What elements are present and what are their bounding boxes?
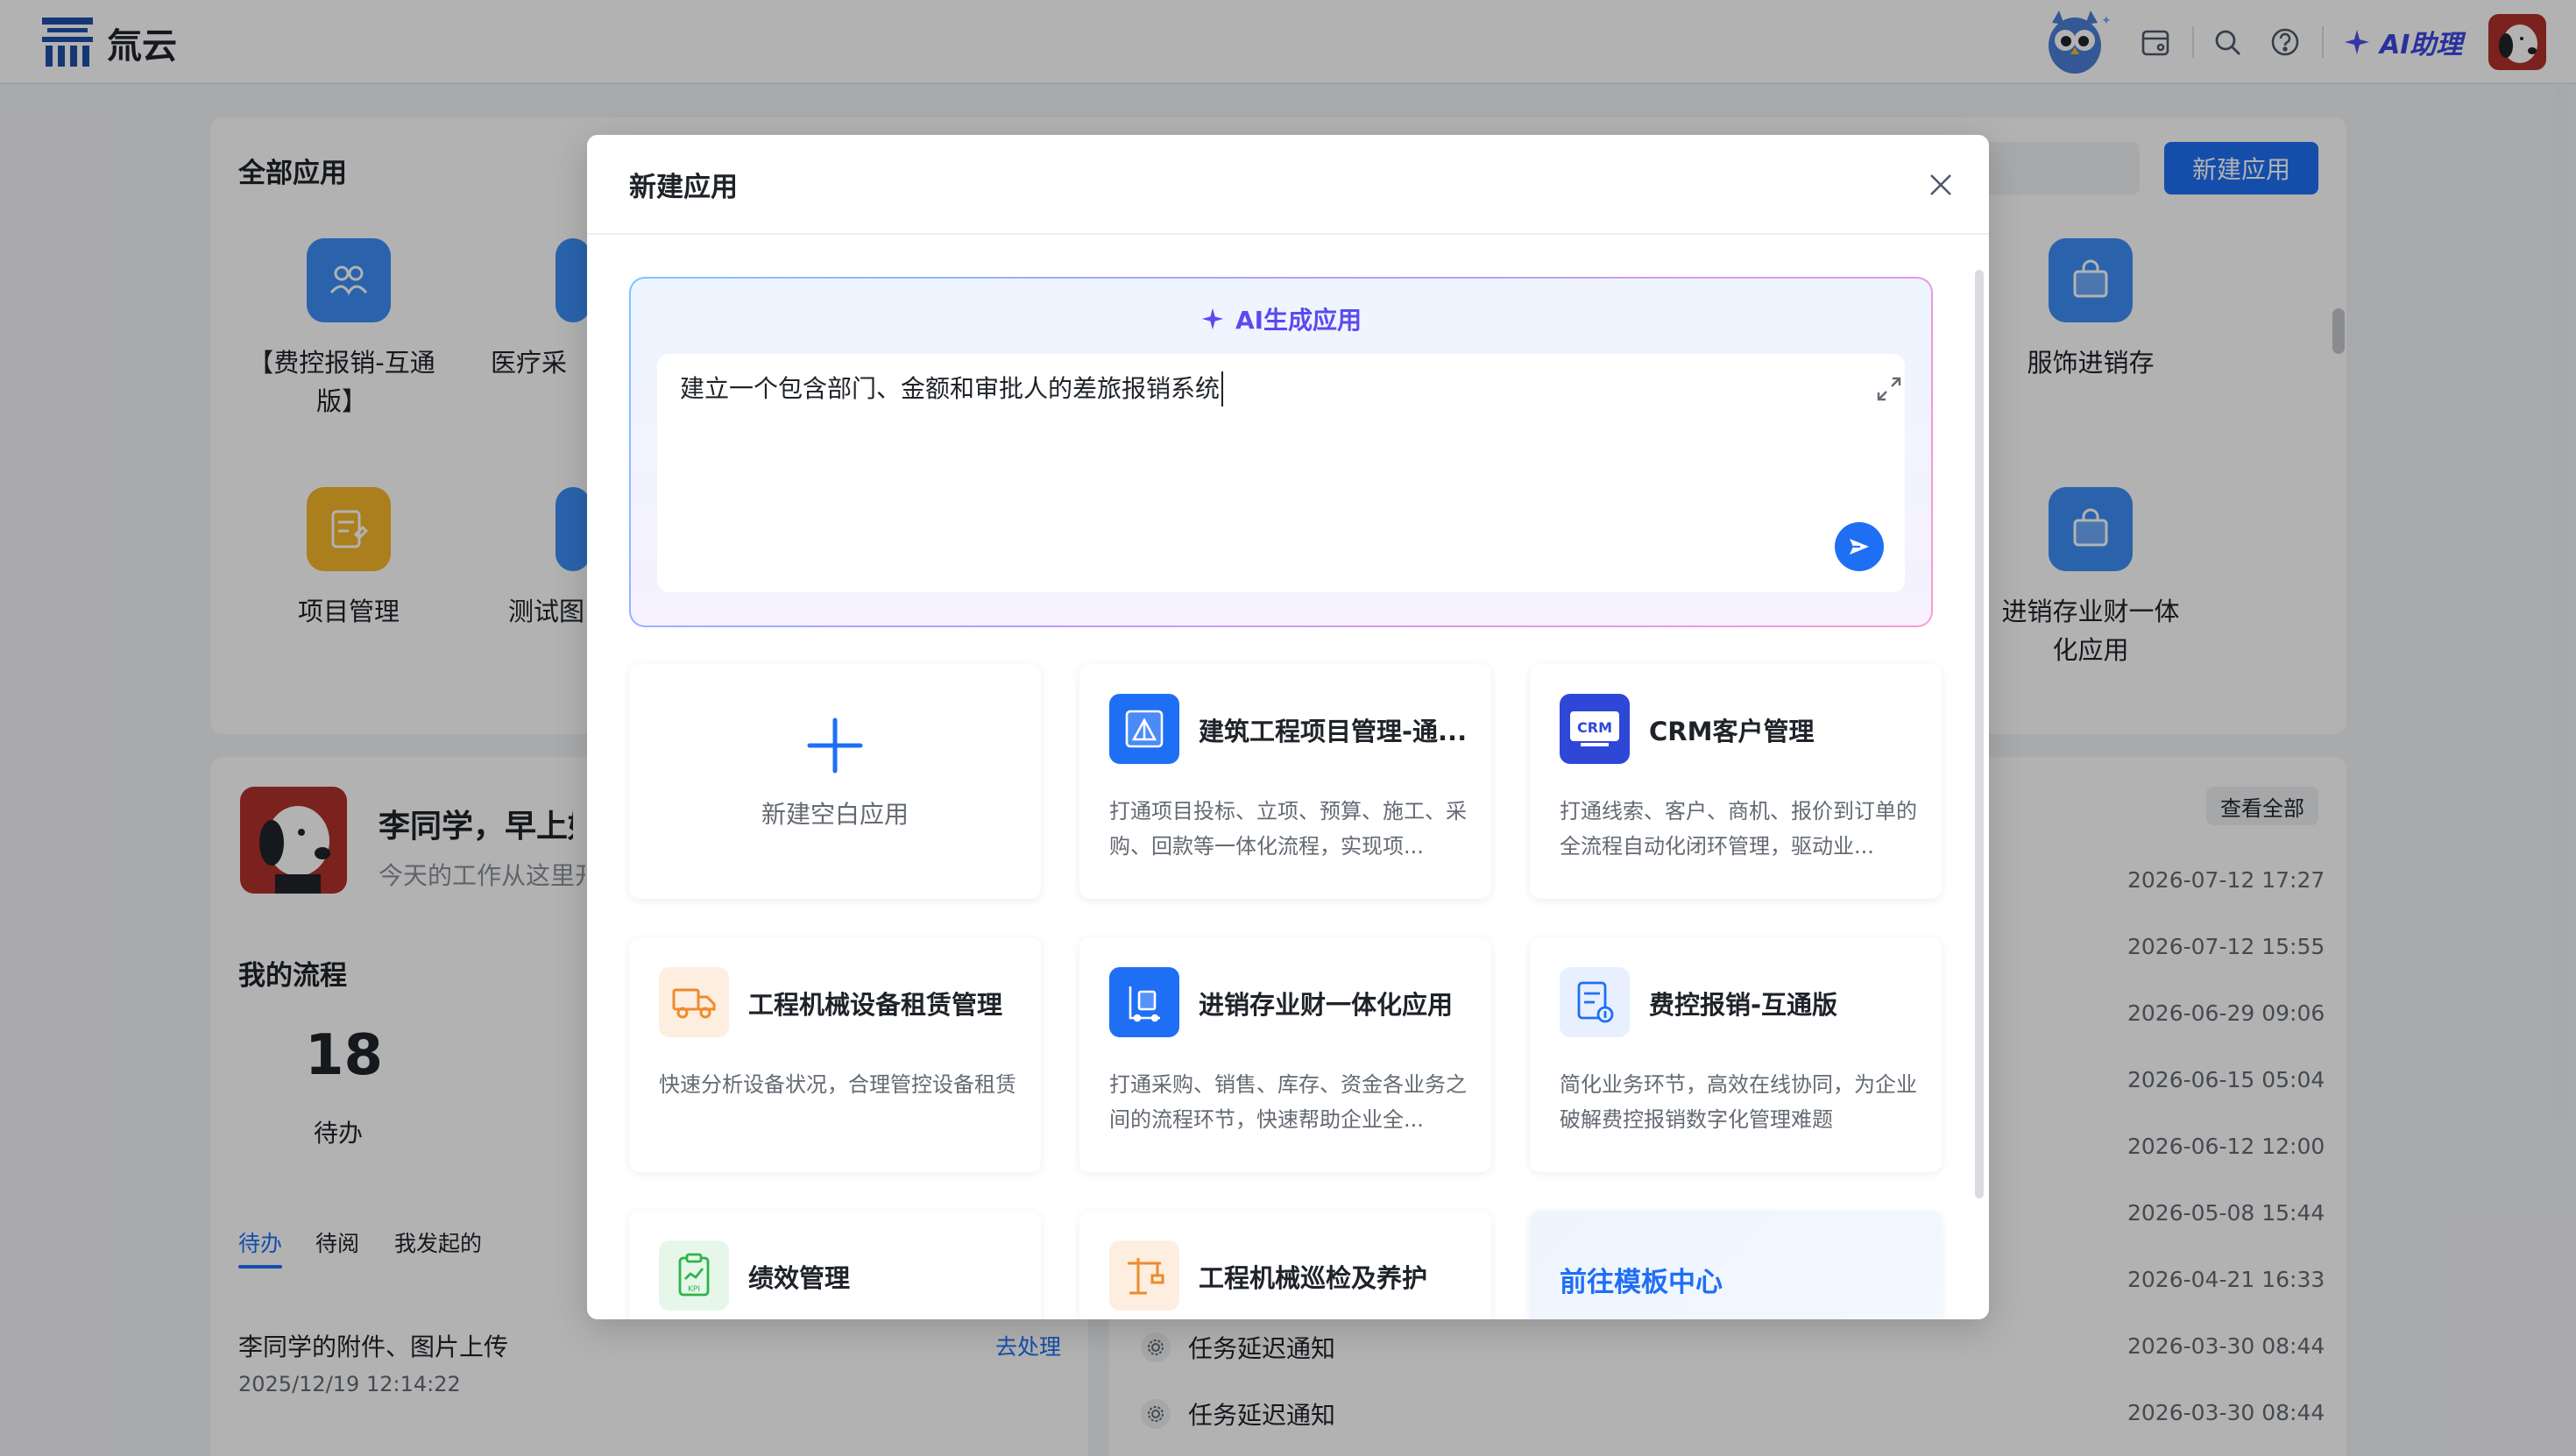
template-card-equipment-rental[interactable]: 工程机械设备租赁管理 快速分析设备状况，合理管控设备租赁 bbox=[629, 937, 1041, 1172]
expense-icon bbox=[1560, 967, 1630, 1037]
template-title: 工程机械设备租赁管理 bbox=[748, 990, 1003, 1020]
svg-text:KPI: KPI bbox=[688, 1285, 700, 1294]
ai-prompt-text[interactable]: 建立一个包含部门、金额和审批人的差旅报销系统 bbox=[680, 371, 1224, 406]
expand-icon[interactable] bbox=[1873, 373, 1905, 405]
dialog-header: 新建应用 bbox=[587, 135, 1989, 235]
template-desc: 打通项目投标、立项、预算、施工、采购、回款等一体化流程，实现项... bbox=[1109, 799, 1467, 859]
new-app-dialog: 新建应用 AI生成应用 建立一个包含部门、金额和审批人的差旅报销系统 新建空白应… bbox=[587, 135, 1989, 1319]
template-title: CRM客户管理 bbox=[1649, 717, 1815, 746]
template-desc: 打通线索、客户、商机、报价到订单的全流程自动化闭环管理，驱动业... bbox=[1560, 799, 1917, 859]
dialog-body: AI生成应用 建立一个包含部门、金额和审批人的差旅报销系统 新建空白应用 建筑工… bbox=[587, 237, 1989, 1319]
construction-icon bbox=[1109, 694, 1179, 764]
dialog-title: 新建应用 bbox=[629, 172, 738, 203]
truck-icon bbox=[659, 967, 729, 1037]
ai-generate-label: AI生成应用 bbox=[1235, 306, 1362, 335]
template-card-crm[interactable]: CRM CRM客户管理 打通线索、客户、商机、报价到订单的全流程自动化闭环管理，… bbox=[1530, 664, 1942, 899]
template-title: 绩效管理 bbox=[748, 1263, 851, 1293]
template-card-inventory[interactable]: 进销存业财一体化应用 打通采购、销售、库存、资金各业务之间的流程环节，快速帮助企… bbox=[1079, 937, 1491, 1172]
sparkle-icon bbox=[1201, 307, 1224, 330]
template-desc: 简化业务环节，高效在线协同，为企业破解费控报销数字化管理难题 bbox=[1560, 1072, 1917, 1132]
kpi-icon: KPI bbox=[659, 1240, 729, 1311]
crane-icon bbox=[1109, 1240, 1179, 1311]
template-title: 费控报销-互通版 bbox=[1649, 990, 1838, 1020]
template-desc: 快速分析设备状况，合理管控设备租赁 bbox=[659, 1072, 1016, 1097]
template-title: 工程机械巡检及养护 bbox=[1199, 1263, 1428, 1293]
new-blank-app-card[interactable]: 新建空白应用 bbox=[629, 664, 1041, 899]
dialog-scrollbar[interactable] bbox=[1975, 270, 1984, 1198]
close-button[interactable] bbox=[1922, 166, 1959, 203]
close-icon bbox=[1930, 174, 1951, 195]
ai-prompt-input[interactable]: 建立一个包含部门、金额和审批人的差旅报销系统 bbox=[657, 354, 1905, 592]
send-button[interactable] bbox=[1835, 522, 1884, 571]
template-center-card[interactable]: 前往模板中心 bbox=[1530, 1211, 1942, 1319]
send-icon bbox=[1850, 539, 1869, 555]
template-title: 进销存业财一体化应用 bbox=[1199, 990, 1454, 1020]
new-blank-app-label: 新建空白应用 bbox=[761, 800, 909, 829]
template-card-construction[interactable]: 建筑工程项目管理-通... 打通项目投标、立项、预算、施工、采购、回款等一体化流… bbox=[1079, 664, 1491, 899]
template-card-expense[interactable]: 费控报销-互通版 简化业务环节，高效在线协同，为企业破解费控报销数字化管理难题 bbox=[1530, 937, 1942, 1172]
ai-generate-title: AI生成应用 bbox=[631, 301, 1931, 336]
ai-generate-section: AI生成应用 建立一个包含部门、金额和审批人的差旅报销系统 bbox=[629, 277, 1933, 627]
template-desc: 打通采购、销售、库存、资金各业务之间的流程环节，快速帮助企业全... bbox=[1109, 1072, 1467, 1132]
inventory-icon bbox=[1109, 967, 1179, 1037]
plus-icon bbox=[807, 717, 863, 774]
template-card-kpi[interactable]: KPI 绩效管理 bbox=[629, 1211, 1041, 1319]
template-card-machinery-inspection[interactable]: 工程机械巡检及养护 bbox=[1079, 1211, 1491, 1319]
template-center-link[interactable]: 前往模板中心 bbox=[1560, 1260, 1723, 1299]
crm-icon: CRM bbox=[1560, 694, 1630, 764]
template-title: 建筑工程项目管理-通... bbox=[1199, 717, 1468, 746]
svg-text:CRM: CRM bbox=[1577, 719, 1612, 736]
